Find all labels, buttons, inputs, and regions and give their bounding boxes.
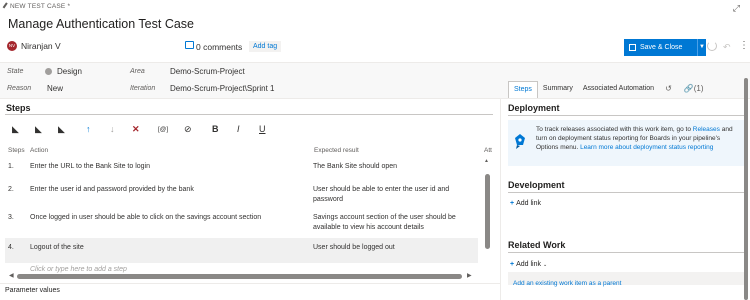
deployment-text-1: To track releases associated with this w…: [536, 126, 693, 133]
add-link-label: Add link: [516, 200, 541, 207]
rocket-icon: [515, 134, 525, 149]
step-number: 3.: [8, 214, 14, 221]
create-shared-steps-icon[interactable]: ◣: [58, 124, 65, 135]
step-action[interactable]: Enter the URL to the Bank Site to login: [30, 162, 300, 172]
development-divider: [508, 192, 744, 193]
add-link-label: Add link: [516, 261, 541, 268]
existing-item-text: Add an existing work item as a parent: [513, 280, 622, 287]
learn-more-link[interactable]: Learn more about deployment status repor…: [580, 144, 713, 151]
section-divider: [0, 283, 500, 284]
work-item-type-label: NEW TEST CASE *: [10, 3, 71, 10]
move-up-icon[interactable]: ↑: [86, 124, 91, 134]
comments-icon[interactable]: [185, 41, 194, 49]
existing-item-link[interactable]: Add an existing work item as a parent: [513, 280, 621, 287]
plus-icon: +: [510, 200, 515, 207]
step-action[interactable]: Enter the user id and password provided …: [30, 185, 300, 195]
iteration-label: Iteration: [130, 85, 156, 92]
move-down-icon[interactable]: ↓: [110, 124, 115, 134]
plus-icon: +: [510, 261, 515, 268]
parameter-icon[interactable]: [@]: [158, 126, 168, 133]
save-close-label: Save & Close: [640, 44, 683, 51]
deployment-heading: Deployment: [508, 103, 560, 113]
col-steps: Steps: [8, 147, 25, 154]
add-tag-button[interactable]: Add tag: [249, 41, 282, 52]
area-field[interactable]: Demo-Scrum-Project: [170, 67, 245, 76]
area-label: Area: [130, 68, 145, 75]
step-expected[interactable]: Savings account section of the user shou…: [313, 213, 478, 233]
reason-field[interactable]: New: [47, 84, 63, 93]
bold-icon[interactable]: B: [212, 124, 219, 134]
save-icon: [629, 44, 636, 51]
italic-icon[interactable]: I: [237, 124, 240, 134]
development-add-link[interactable]: + Add link: [510, 200, 541, 207]
step-expected[interactable]: The Bank Site should open: [313, 162, 473, 172]
save-dropdown-icon[interactable]: ▼: [697, 39, 706, 56]
state-dot-icon: [45, 68, 52, 75]
step-action[interactable]: Once logged in user should be able to cl…: [30, 213, 305, 223]
pencil-icon: [2, 2, 10, 10]
steps-divider: [5, 114, 493, 115]
step-number: 4.: [8, 244, 14, 251]
steps-heading: Steps: [6, 103, 31, 113]
related-divider: [508, 252, 744, 253]
reason-label: Reason: [7, 85, 32, 92]
step-action[interactable]: Logout of the site: [30, 243, 300, 253]
step-expected[interactable]: User should be able to enter the user id…: [313, 185, 473, 205]
tab-steps[interactable]: Steps: [508, 81, 538, 98]
undo-icon[interactable]: ↶: [723, 42, 731, 53]
refresh-icon[interactable]: [707, 41, 717, 51]
step-expected[interactable]: User should be logged out: [313, 243, 473, 253]
col-attachments: Att: [484, 147, 492, 154]
scroll-right-icon[interactable]: ▶: [467, 272, 472, 279]
assignee-name[interactable]: Niranjan V: [21, 41, 61, 51]
related-work-heading: Related Work: [508, 240, 566, 250]
related-add-link[interactable]: + Add link ⌄: [510, 261, 547, 268]
delete-step-icon[interactable]: ✕: [132, 124, 140, 135]
releases-link[interactable]: Releases: [693, 126, 720, 133]
steps-vertical-scrollbar[interactable]: [485, 174, 490, 249]
tab-bar: Steps Summary Associated Automation ↺ 🔗(…: [508, 81, 710, 98]
parameter-values-heading: Parameter values: [5, 287, 60, 294]
step-number: 1.: [8, 163, 14, 170]
development-heading: Development: [508, 180, 565, 190]
links-count: (1): [693, 84, 704, 93]
chevron-down-icon: ⌄: [543, 262, 548, 268]
step-number: 2.: [8, 186, 14, 193]
deployment-message: To track releases associated with this w…: [536, 126, 742, 152]
more-actions-icon[interactable]: ⋮: [739, 40, 749, 51]
comments-link[interactable]: 0 comments: [196, 42, 242, 52]
iteration-field[interactable]: Demo-Scrum-Project\Sprint 1: [170, 84, 274, 93]
insert-shared-steps-icon[interactable]: ◣: [35, 124, 42, 135]
steps-horizontal-scrollbar[interactable]: [17, 274, 462, 279]
save-close-button[interactable]: Save & Close: [624, 39, 697, 56]
col-action: Action: [30, 147, 49, 154]
tab-summary[interactable]: Summary: [538, 81, 578, 98]
expand-icon[interactable]: ⤢: [733, 3, 740, 14]
col-expected-result: Expected result: [314, 147, 359, 154]
avatar[interactable]: NV: [7, 41, 17, 51]
tab-associated-automation[interactable]: Associated Automation: [578, 81, 659, 98]
scroll-up-icon[interactable]: ▲: [484, 158, 489, 164]
link-icon: 🔗: [683, 84, 694, 93]
page-scrollbar[interactable]: [744, 78, 748, 300]
state-field[interactable]: Design: [57, 67, 82, 76]
history-icon[interactable]: ↺: [659, 81, 678, 98]
links-tab[interactable]: 🔗(1): [678, 81, 710, 98]
add-step-placeholder[interactable]: Click or type here to add a step: [30, 266, 127, 273]
deployment-divider: [508, 115, 744, 116]
attachment-icon[interactable]: ⊘: [184, 124, 192, 135]
column-divider: [500, 99, 501, 300]
work-item-title[interactable]: Manage Authentication Test Case: [8, 17, 194, 31]
insert-step-icon[interactable]: ◣: [12, 124, 19, 135]
underline-icon[interactable]: U: [259, 124, 266, 134]
state-label: State: [7, 68, 24, 75]
scroll-left-icon[interactable]: ◀: [9, 272, 14, 279]
